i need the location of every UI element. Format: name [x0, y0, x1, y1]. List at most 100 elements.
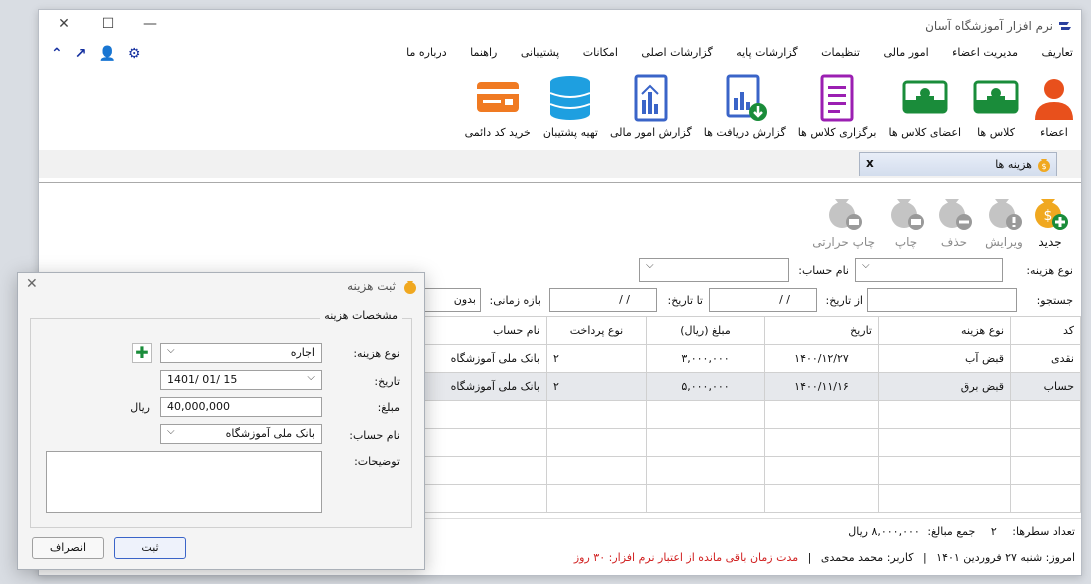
col-amount[interactable]: مبلغ (ریال)	[646, 316, 765, 345]
table-header: کد نوع هزینه تاریخ مبلغ (ریال) نوع پرداخ…	[424, 316, 1081, 345]
close-window-button[interactable]: ✕	[53, 16, 75, 32]
ribbon-receipts-report-button[interactable]: گزارش دریافت ها	[704, 74, 786, 146]
chevron-down-icon: ⌵	[167, 345, 175, 356]
app-title: نرم افزار آموزشگاه آسان	[925, 19, 1053, 33]
dlg-notes-field[interactable]	[46, 451, 322, 513]
thermal-print-button[interactable]: چاپ حرارتی	[812, 189, 875, 249]
dlg-cost-type-select[interactable]: اجاره ⌵	[160, 343, 322, 363]
ribbon-buy-license-button[interactable]: خرید کد دائمی	[465, 74, 531, 146]
ribbon: اعضاء کلاس ها اعضای کلاس ها برگزاری کلاس…	[429, 74, 1077, 146]
menu-settings[interactable]: تنظیمات	[821, 46, 860, 59]
to-date-label: تا تاریخ:	[667, 294, 703, 307]
tab-strip: $ هزینه ها x	[39, 150, 1081, 178]
search-label: جستجو:	[1036, 294, 1073, 307]
col-cost-type[interactable]: نوع هزینه	[878, 316, 1011, 345]
class-board-icon	[973, 80, 1019, 114]
sum-label: جمع مبالغ:	[927, 525, 976, 538]
remove-money-icon	[939, 199, 972, 230]
ribbon-backup-button[interactable]: تهیه پشتیبان	[543, 74, 598, 146]
table-row[interactable]: حساب قبض برق ۱۴۰۰/۱۱/۱۶ ۵,۰۰۰,۰۰۰ ۲ بانک…	[424, 372, 1081, 401]
tab-costs[interactable]: $ هزینه ها x	[859, 152, 1057, 176]
to-date-field[interactable]: / /	[549, 288, 657, 312]
new-button[interactable]: $ جدید	[1031, 189, 1069, 249]
menu-finance[interactable]: امور مالی	[883, 46, 928, 59]
menu-features[interactable]: امکانات	[583, 46, 618, 59]
dialog-close-button[interactable]: ✕	[26, 276, 38, 292]
user-text: کاربر: محمد محمدی	[820, 551, 914, 564]
report-download-icon	[726, 74, 767, 121]
chevron-down-icon: ⌵	[646, 260, 654, 271]
col-payment-type[interactable]: نوع پرداخت	[546, 316, 647, 345]
user-icon[interactable]: 👤	[98, 46, 115, 66]
dialog-title: ثبت هزینه	[347, 279, 396, 293]
add-money-icon: $	[1035, 199, 1068, 230]
cost-type-label: نوع هزینه:	[1026, 264, 1073, 277]
dlg-account-select[interactable]: بانک ملی آموزشگاه ⌵	[160, 424, 322, 444]
ribbon-class-sessions-button[interactable]: برگزاری کلاس ها	[798, 74, 877, 146]
menu-members[interactable]: مدیریت اعضاء	[952, 46, 1018, 59]
svg-text:$: $	[1044, 208, 1053, 224]
costs-toolbar: $ جدید ویرایش حذف چاپ چاپ حرارتی	[39, 182, 1081, 260]
menu-definitions[interactable]: تعاریف	[1042, 46, 1073, 59]
menu-basic-reports[interactable]: گزارشات پایه	[736, 46, 797, 59]
edit-button[interactable]: ویرایش	[985, 189, 1023, 249]
checklist-icon	[820, 74, 854, 122]
menu-help[interactable]: راهنما	[470, 46, 497, 59]
table-row-empty	[424, 428, 1081, 457]
menu-bar: تعاریف مدیریت اعضاء امور مالی تنظیمات گز…	[47, 46, 1073, 66]
from-date-field[interactable]: / /	[709, 288, 817, 312]
cost-type-select[interactable]: ⌵	[855, 258, 1003, 282]
money-bag-icon: $	[1038, 159, 1050, 172]
maximize-button[interactable]: ☐	[97, 16, 119, 32]
app-logo-icon	[1059, 22, 1071, 30]
print-button[interactable]: چاپ	[887, 189, 925, 249]
dlg-account-label: نام حساب:	[349, 429, 400, 442]
ribbon-finance-report-button[interactable]: گزارش امور مالی	[610, 74, 692, 146]
dlg-date-label: تاریخ:	[374, 375, 400, 388]
period-label: بازه زمانی:	[489, 294, 541, 307]
account-select[interactable]: ⌵	[639, 258, 789, 282]
title-bar: نرم افزار آموزشگاه آسان ✕ ☐ —	[39, 10, 1081, 42]
period-select[interactable]: بدون	[421, 288, 481, 312]
dlg-unit-label: ریال	[130, 401, 150, 414]
sum-value: ۸,۰۰۰,۰۰۰ ریال	[848, 525, 920, 538]
add-cost-type-button[interactable]: ✚	[132, 343, 152, 363]
rows-count-label: تعداد سطرها:	[1012, 525, 1075, 538]
plus-icon: ✚	[135, 343, 149, 362]
close-tab-button[interactable]: x	[866, 156, 874, 170]
ribbon-members-button[interactable]: اعضاء	[1031, 74, 1077, 146]
gear-icon[interactable]: ⚙	[128, 46, 141, 66]
minimize-button[interactable]: —	[139, 16, 161, 32]
table-row-empty	[424, 484, 1081, 513]
ribbon-class-members-button[interactable]: اعضای کلاس ها	[889, 74, 961, 146]
chevron-down-icon: ⌵	[862, 260, 870, 271]
report-chart-icon	[634, 74, 668, 122]
table-row-empty	[424, 456, 1081, 485]
col-date[interactable]: تاریخ	[764, 316, 879, 345]
save-button[interactable]: ثبت	[114, 537, 186, 559]
ribbon-classes-button[interactable]: کلاس ها	[973, 74, 1019, 146]
collapse-ribbon-icon[interactable]: ⌃	[51, 46, 63, 66]
class-members-icon	[902, 80, 948, 114]
menu-main-reports[interactable]: گزارشات اصلی	[641, 46, 712, 59]
print-money-icon	[891, 199, 924, 230]
dlg-amount-label: مبلغ:	[377, 401, 400, 414]
table-row-empty	[424, 400, 1081, 429]
edit-money-icon	[989, 199, 1022, 230]
col-code[interactable]: کد	[1010, 316, 1081, 345]
chevron-down-icon: ⌵	[307, 372, 315, 383]
costs-grid: کد نوع هزینه تاریخ مبلغ (ریال) نوع پرداخ…	[424, 316, 1081, 518]
search-input[interactable]	[867, 288, 1017, 312]
delete-button[interactable]: حذف	[935, 189, 973, 249]
menu-support[interactable]: پشتیبانی	[521, 46, 559, 59]
dlg-amount-field[interactable]: 40,000,000	[160, 397, 322, 417]
cancel-button[interactable]: انصراف	[32, 537, 104, 559]
menu-about[interactable]: درباره ما	[406, 46, 446, 59]
dlg-date-field[interactable]: 1401/ 01/ 15 ⌵	[160, 370, 322, 390]
table-row[interactable]: نقدی قبض آب ۱۴۰۰/۱۲/۲۷ ۳,۰۰۰,۰۰۰ ۲ بانک …	[424, 344, 1081, 373]
dlg-notes-label: توضیحات:	[354, 455, 400, 468]
external-arrow-icon[interactable]: ↗	[75, 46, 87, 66]
group-label: مشخصات هزینه	[320, 309, 402, 322]
quick-access: ⌃ ↗ 👤 ⚙	[51, 46, 140, 66]
col-account[interactable]: نام حساب	[424, 316, 547, 345]
